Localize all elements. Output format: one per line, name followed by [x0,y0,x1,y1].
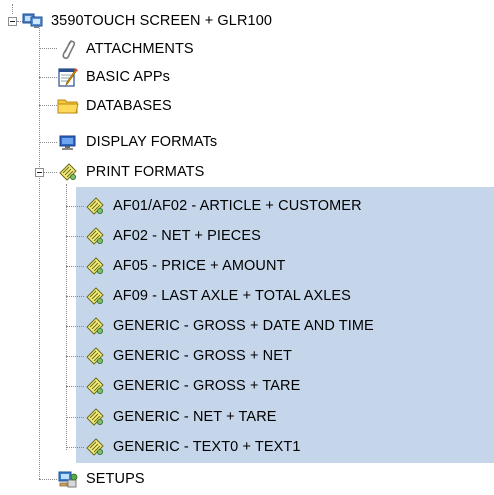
print-format-item-label: GENERIC - GROSS + DATE AND TIME [113,318,374,334]
tree-node-basic-apps[interactable]: BASIC APPs [57,63,170,91]
display-monitor-icon [57,131,79,153]
print-format-icon [84,375,106,397]
print-format-item-label: GENERIC - GROSS + TARE [113,378,301,394]
tree-node-setups[interactable]: SETUPS [57,465,145,493]
root-label: 3590TOUCH SCREEN + GLR100 [51,13,273,29]
print-format-icon [84,436,106,458]
tree-line [66,296,84,297]
print-format-icon [84,195,106,217]
computer-monitor-icon [22,10,44,32]
print-format-icon [84,225,106,247]
tree-line [39,479,57,480]
tree-line [66,184,67,450]
tree-line [39,105,57,106]
collapse-toggle-print-formats[interactable] [35,168,44,177]
tree-line [66,356,84,357]
setup-wizard-icon [57,468,79,490]
tree-node-databases[interactable]: DATABASES [57,92,172,120]
tree-line [39,77,57,78]
tree-node-print-formats[interactable]: PRINT FORMATS [57,158,204,186]
print-format-item-label: GENERIC - TEXT0 + TEXT1 [113,439,301,455]
tree-node-attachments[interactable]: ATTACHMENTS [57,35,194,63]
print-format-icon [84,345,106,367]
tree-node-display-formats[interactable]: DISPLAY FORMATs [57,128,217,156]
tree-node-print-format-item[interactable]: GENERIC - GROSS + TARE [84,372,300,400]
tree-line [66,447,84,448]
print-format-item-label: GENERIC - NET + TARE [113,409,277,425]
print-format-icon [57,161,79,183]
setups-label: SETUPS [86,471,145,487]
tree-line [66,326,84,327]
notepad-pencil-icon [57,66,79,88]
tree-node-print-format-item[interactable]: AF01/AF02 - ARTICLE + CUSTOMER [84,192,362,220]
tree-line [39,26,40,479]
tree-node-print-format-item[interactable]: AF02 - NET + PIECES [84,222,261,250]
print-format-item-label: AF05 - PRICE + AMOUNT [113,258,286,274]
folder-icon [57,95,79,117]
tree-line [66,386,84,387]
paperclip-icon [57,38,79,60]
tree-line [66,206,84,207]
tree-node-print-format-item[interactable]: GENERIC - GROSS + DATE AND TIME [84,312,374,340]
tree-line [66,266,84,267]
tree-line [39,48,57,49]
attachments-label: ATTACHMENTS [86,41,194,57]
tree-node-print-format-item[interactable]: GENERIC - GROSS + NET [84,342,292,370]
print-format-item-label: AF01/AF02 - ARTICLE + CUSTOMER [113,198,362,214]
tree-view: 3590TOUCH SCREEN + GLR100 ATTACHMENTS BA… [0,0,494,495]
tree-line [39,142,57,143]
tree-line [44,172,57,173]
tree-line [12,4,13,14]
tree-node-root[interactable]: 3590TOUCH SCREEN + GLR100 [22,7,272,35]
tree-node-print-format-item[interactable]: GENERIC - TEXT0 + TEXT1 [84,433,301,461]
display-formats-label: DISPLAY FORMATs [86,134,218,150]
basic-apps-label: BASIC APPs [86,69,171,85]
print-format-item-label: AF09 - LAST AXLE + TOTAL AXLES [113,288,351,304]
print-format-icon [84,315,106,337]
tree-line [66,236,84,237]
tree-node-print-format-item[interactable]: GENERIC - NET + TARE [84,403,277,431]
print-format-icon [84,285,106,307]
print-format-icon [84,406,106,428]
print-format-item-label: AF02 - NET + PIECES [113,228,261,244]
collapse-toggle-root[interactable] [8,17,17,26]
tree-node-print-format-item[interactable]: AF09 - LAST AXLE + TOTAL AXLES [84,282,351,310]
tree-node-print-format-item[interactable]: AF05 - PRICE + AMOUNT [84,252,286,280]
databases-label: DATABASES [86,98,172,114]
print-format-icon [84,255,106,277]
tree-line [66,417,84,418]
print-format-item-label: GENERIC - GROSS + NET [113,348,292,364]
print-formats-label: PRINT FORMATS [86,164,205,180]
